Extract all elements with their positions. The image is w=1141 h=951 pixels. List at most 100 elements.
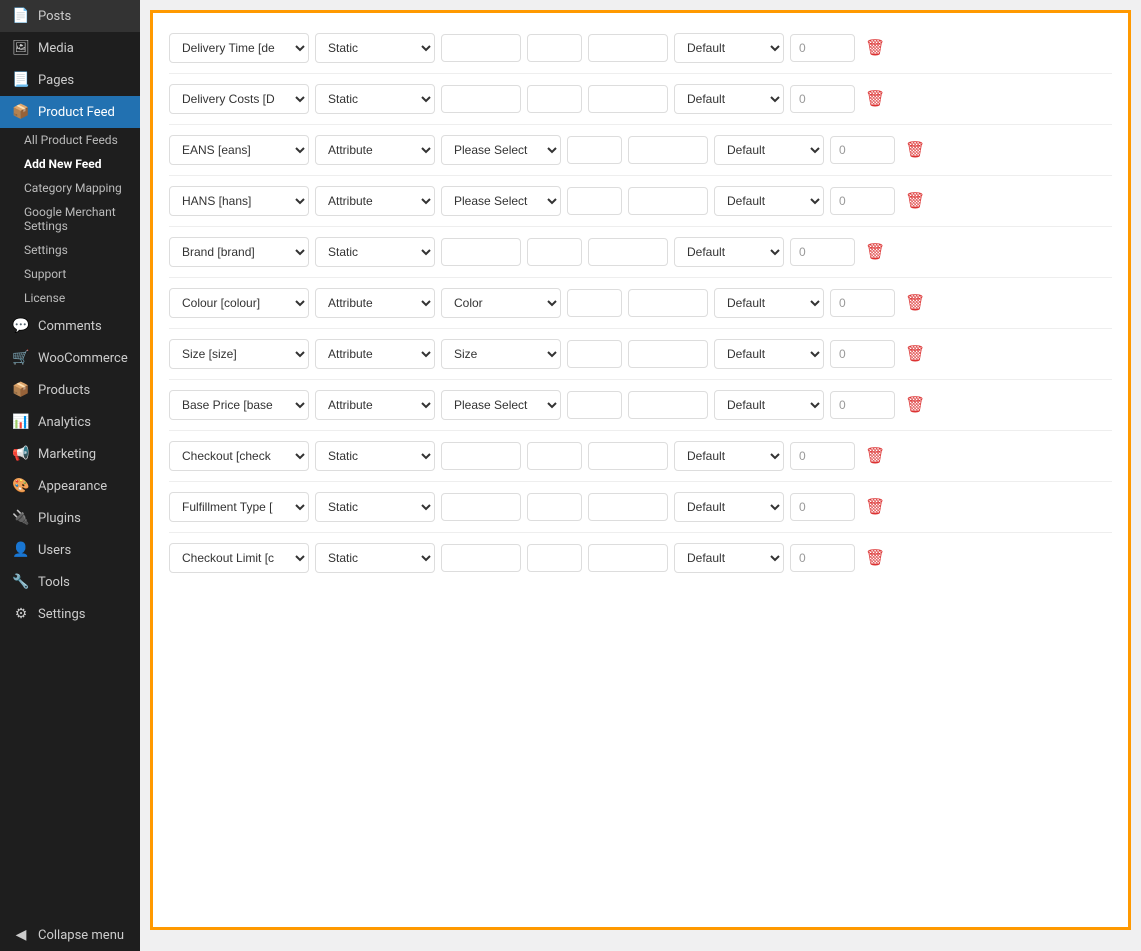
field-num-input[interactable] [830, 136, 895, 164]
field-value-input[interactable] [441, 493, 521, 521]
field-num-input[interactable] [830, 340, 895, 368]
field-extra2-input[interactable] [628, 187, 708, 215]
field-num-input[interactable] [830, 187, 895, 215]
field-extra1-input[interactable] [567, 391, 622, 419]
submenu-settings[interactable]: Settings [0, 238, 140, 262]
field-extra1-input[interactable] [567, 289, 622, 317]
field-default-select[interactable]: Default [674, 33, 784, 63]
field-type-select[interactable]: Static Attribute [315, 390, 435, 420]
field-extra1-input[interactable] [567, 136, 622, 164]
field-extra2-input[interactable] [588, 238, 668, 266]
field-extra2-input[interactable] [588, 85, 668, 113]
field-extra2-input[interactable] [628, 136, 708, 164]
field-attr-select[interactable]: Color [441, 288, 561, 318]
submenu-license[interactable]: License [0, 286, 140, 310]
field-extra1-input[interactable] [527, 442, 582, 470]
field-default-select[interactable]: Default [714, 390, 824, 420]
field-extra2-input[interactable] [628, 391, 708, 419]
submenu-support[interactable]: Support [0, 262, 140, 286]
sidebar-item-comments[interactable]: 💬 Comments [0, 310, 140, 342]
field-default-select[interactable]: Default [674, 492, 784, 522]
field-extra1-input[interactable] [567, 340, 622, 368]
field-num-input[interactable] [790, 85, 855, 113]
field-name-select[interactable]: Checkout [check [169, 441, 309, 471]
sidebar-item-woocommerce[interactable]: 🛒 WooCommerce [0, 342, 140, 374]
field-extra2-input[interactable] [628, 289, 708, 317]
field-default-select[interactable]: Default [674, 237, 784, 267]
delete-row-button[interactable]: 🗑 [861, 238, 889, 266]
delete-row-button[interactable]: 🗑 [861, 34, 889, 62]
submenu-add-new[interactable]: Add New Feed [0, 152, 140, 176]
delete-row-button[interactable]: 🗑 [901, 289, 929, 317]
field-value-input[interactable] [441, 85, 521, 113]
sidebar-item-media[interactable]: 🖼 Media [0, 32, 140, 64]
sidebar-item-products[interactable]: 📦 Products [0, 374, 140, 406]
field-default-select[interactable]: Default [714, 186, 824, 216]
sidebar-item-users[interactable]: 👤 Users [0, 534, 140, 566]
field-type-select[interactable]: Static Attribute [315, 135, 435, 165]
field-name-select[interactable]: Size [size] [169, 339, 309, 369]
field-extra2-input[interactable] [588, 442, 668, 470]
field-value-input[interactable] [441, 238, 521, 266]
field-name-select[interactable]: EANS [eans] [169, 135, 309, 165]
field-type-select[interactable]: Static Attribute [315, 186, 435, 216]
delete-row-button[interactable]: 🗑 [901, 187, 929, 215]
field-type-select[interactable]: Static Attribute [315, 339, 435, 369]
delete-row-button[interactable]: 🗑 [901, 340, 929, 368]
field-default-select[interactable]: Default [674, 84, 784, 114]
delete-row-button[interactable]: 🗑 [901, 136, 929, 164]
field-extra1-input[interactable] [527, 238, 582, 266]
field-value-input[interactable] [441, 442, 521, 470]
field-type-select[interactable]: Static Attribute [315, 543, 435, 573]
submenu-category-mapping[interactable]: Category Mapping [0, 176, 140, 200]
delete-row-button[interactable]: 🗑 [861, 493, 889, 521]
sidebar-item-settings-main[interactable]: ⚙ Settings [0, 598, 140, 630]
field-num-input[interactable] [790, 238, 855, 266]
field-value-input[interactable] [441, 544, 521, 572]
field-extra1-input[interactable] [567, 187, 622, 215]
field-name-select[interactable]: Brand [brand] [169, 237, 309, 267]
sidebar-item-analytics[interactable]: 📊 Analytics [0, 406, 140, 438]
field-type-select[interactable]: Static Attribute [315, 492, 435, 522]
field-name-select[interactable]: Base Price [base [169, 390, 309, 420]
field-extra2-input[interactable] [588, 493, 668, 521]
field-default-select[interactable]: Default [714, 339, 824, 369]
field-attr-select[interactable]: Please Select [441, 186, 561, 216]
field-name-select[interactable]: Delivery Time [de [169, 33, 309, 63]
delete-row-button[interactable]: 🗑 [861, 442, 889, 470]
field-extra1-input[interactable] [527, 34, 582, 62]
field-type-select[interactable]: Static Attribute [315, 237, 435, 267]
submenu-google-merchant[interactable]: Google Merchant Settings [0, 200, 140, 238]
sidebar-item-plugins[interactable]: 🔌 Plugins [0, 502, 140, 534]
field-value-input[interactable] [441, 34, 521, 62]
field-type-select[interactable]: Static Attribute [315, 84, 435, 114]
field-attr-select[interactable]: Please Select [441, 135, 561, 165]
submenu-all-feeds[interactable]: All Product Feeds [0, 128, 140, 152]
field-name-select[interactable]: Checkout Limit [c [169, 543, 309, 573]
field-num-input[interactable] [830, 289, 895, 317]
field-extra2-input[interactable] [628, 340, 708, 368]
field-extra1-input[interactable] [527, 85, 582, 113]
field-attr-select[interactable]: Size [441, 339, 561, 369]
field-num-input[interactable] [790, 493, 855, 521]
field-name-select[interactable]: Delivery Costs [D [169, 84, 309, 114]
field-name-select[interactable]: Fulfillment Type [ [169, 492, 309, 522]
sidebar-item-pages[interactable]: 📃 Pages [0, 64, 140, 96]
field-num-input[interactable] [790, 34, 855, 62]
sidebar-item-tools[interactable]: 🔧 Tools [0, 566, 140, 598]
delete-row-button[interactable]: 🗑 [901, 391, 929, 419]
field-num-input[interactable] [790, 544, 855, 572]
field-extra1-input[interactable] [527, 544, 582, 572]
field-default-select[interactable]: Default [714, 135, 824, 165]
field-extra1-input[interactable] [527, 493, 582, 521]
sidebar-item-marketing[interactable]: 📢 Marketing [0, 438, 140, 470]
field-num-input[interactable] [790, 442, 855, 470]
sidebar-item-posts[interactable]: 📄 Posts [0, 0, 140, 32]
field-type-select[interactable]: Static Attribute [315, 33, 435, 63]
field-default-select[interactable]: Default [714, 288, 824, 318]
field-type-select[interactable]: Static Attribute [315, 288, 435, 318]
field-type-select[interactable]: Static Attribute [315, 441, 435, 471]
sidebar-item-collapse[interactable]: ◀ Collapse menu [0, 919, 140, 951]
field-name-select[interactable]: Colour [colour] [169, 288, 309, 318]
field-default-select[interactable]: Default [674, 441, 784, 471]
